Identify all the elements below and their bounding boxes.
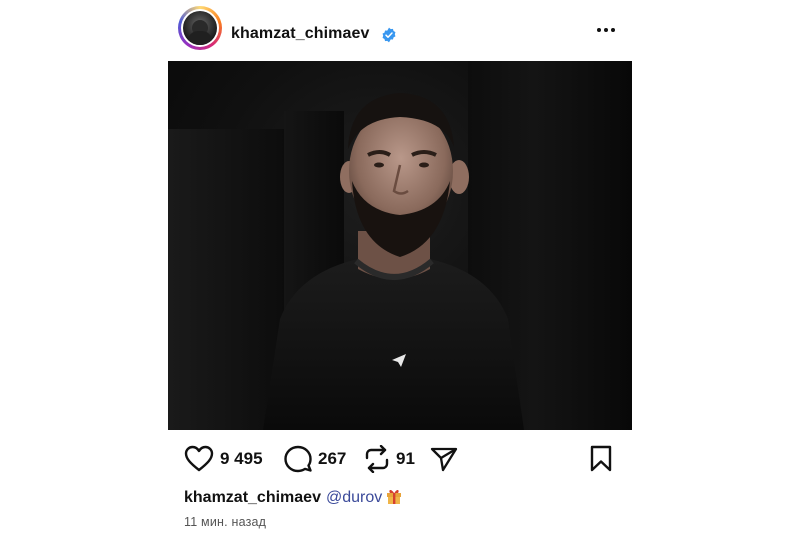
post-caption: khamzat_chimaev @durov	[184, 487, 403, 507]
more-options-icon[interactable]	[595, 22, 617, 38]
author-username[interactable]: khamzat_chimaev	[231, 25, 369, 43]
person-figure	[263, 93, 524, 430]
post-photo[interactable]	[168, 61, 632, 430]
share-action[interactable]	[430, 444, 458, 474]
comments-count: 267	[318, 449, 347, 468]
comment-action[interactable]: 267	[284, 444, 346, 474]
save-action[interactable]	[590, 444, 612, 474]
action-bar: 9 495 267 91	[184, 444, 616, 474]
profile-avatar-icon[interactable]	[178, 6, 222, 50]
post-timestamp: 11 мин. назад	[184, 515, 267, 529]
reposts-count: 91	[396, 449, 415, 468]
gift-icon	[387, 489, 402, 504]
post-header: khamzat_chimaev	[178, 6, 634, 54]
like-action[interactable]: 9 495	[184, 444, 263, 474]
comment-bubble-icon[interactable]	[284, 445, 312, 473]
likes-count: 9 495	[220, 449, 263, 468]
caption-username[interactable]: khamzat_chimaev	[184, 489, 321, 506]
verified-badge-icon	[382, 27, 396, 43]
repost-action[interactable]: 91	[364, 444, 415, 474]
mention-link[interactable]: @durov	[326, 489, 382, 506]
send-icon[interactable]	[430, 446, 458, 472]
repost-icon[interactable]	[364, 445, 390, 473]
heart-icon[interactable]	[184, 445, 214, 473]
bookmark-icon[interactable]	[590, 445, 612, 473]
